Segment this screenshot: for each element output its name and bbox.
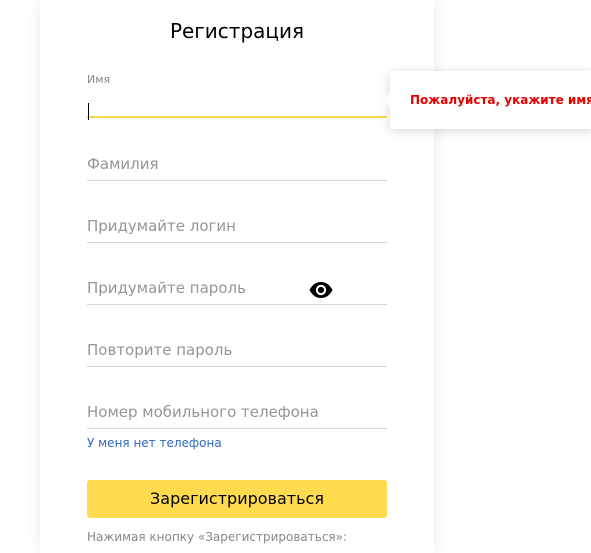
- password-repeat-field[interactable]: Повторите пароль: [87, 332, 387, 367]
- eye-icon[interactable]: [308, 280, 334, 300]
- password-field[interactable]: Придумайте пароль: [87, 270, 387, 305]
- register-button[interactable]: Зарегистрироваться: [87, 480, 387, 518]
- no-phone-link[interactable]: У меня нет телефона: [87, 436, 222, 451]
- validation-message: Пожалуйста, укажите имя: [410, 93, 591, 107]
- login-placeholder: Придумайте логин: [87, 217, 236, 235]
- first-name-field[interactable]: [87, 82, 387, 120]
- login-field[interactable]: Придумайте логин: [87, 208, 387, 243]
- page-title: Регистрация: [169, 19, 305, 43]
- last-name-field[interactable]: Фамилия: [87, 146, 387, 181]
- text-caret: [88, 103, 89, 120]
- last-name-placeholder: Фамилия: [87, 155, 159, 173]
- validation-tooltip: Пожалуйста, укажите имя: [383, 71, 591, 129]
- phone-field[interactable]: Номер мобильного телефона: [87, 394, 387, 429]
- registration-card: Регистрация Имя Фамилия Придумайте логин…: [40, 0, 434, 553]
- password-repeat-placeholder: Повторите пароль: [87, 341, 233, 359]
- password-placeholder: Придумайте пароль: [87, 279, 246, 297]
- phone-placeholder: Номер мобильного телефона: [87, 403, 319, 421]
- terms-footnote: Нажимая кнопку «Зарегистрироваться»:: [87, 530, 348, 544]
- registration-page: Регистрация Имя Фамилия Придумайте логин…: [0, 0, 591, 553]
